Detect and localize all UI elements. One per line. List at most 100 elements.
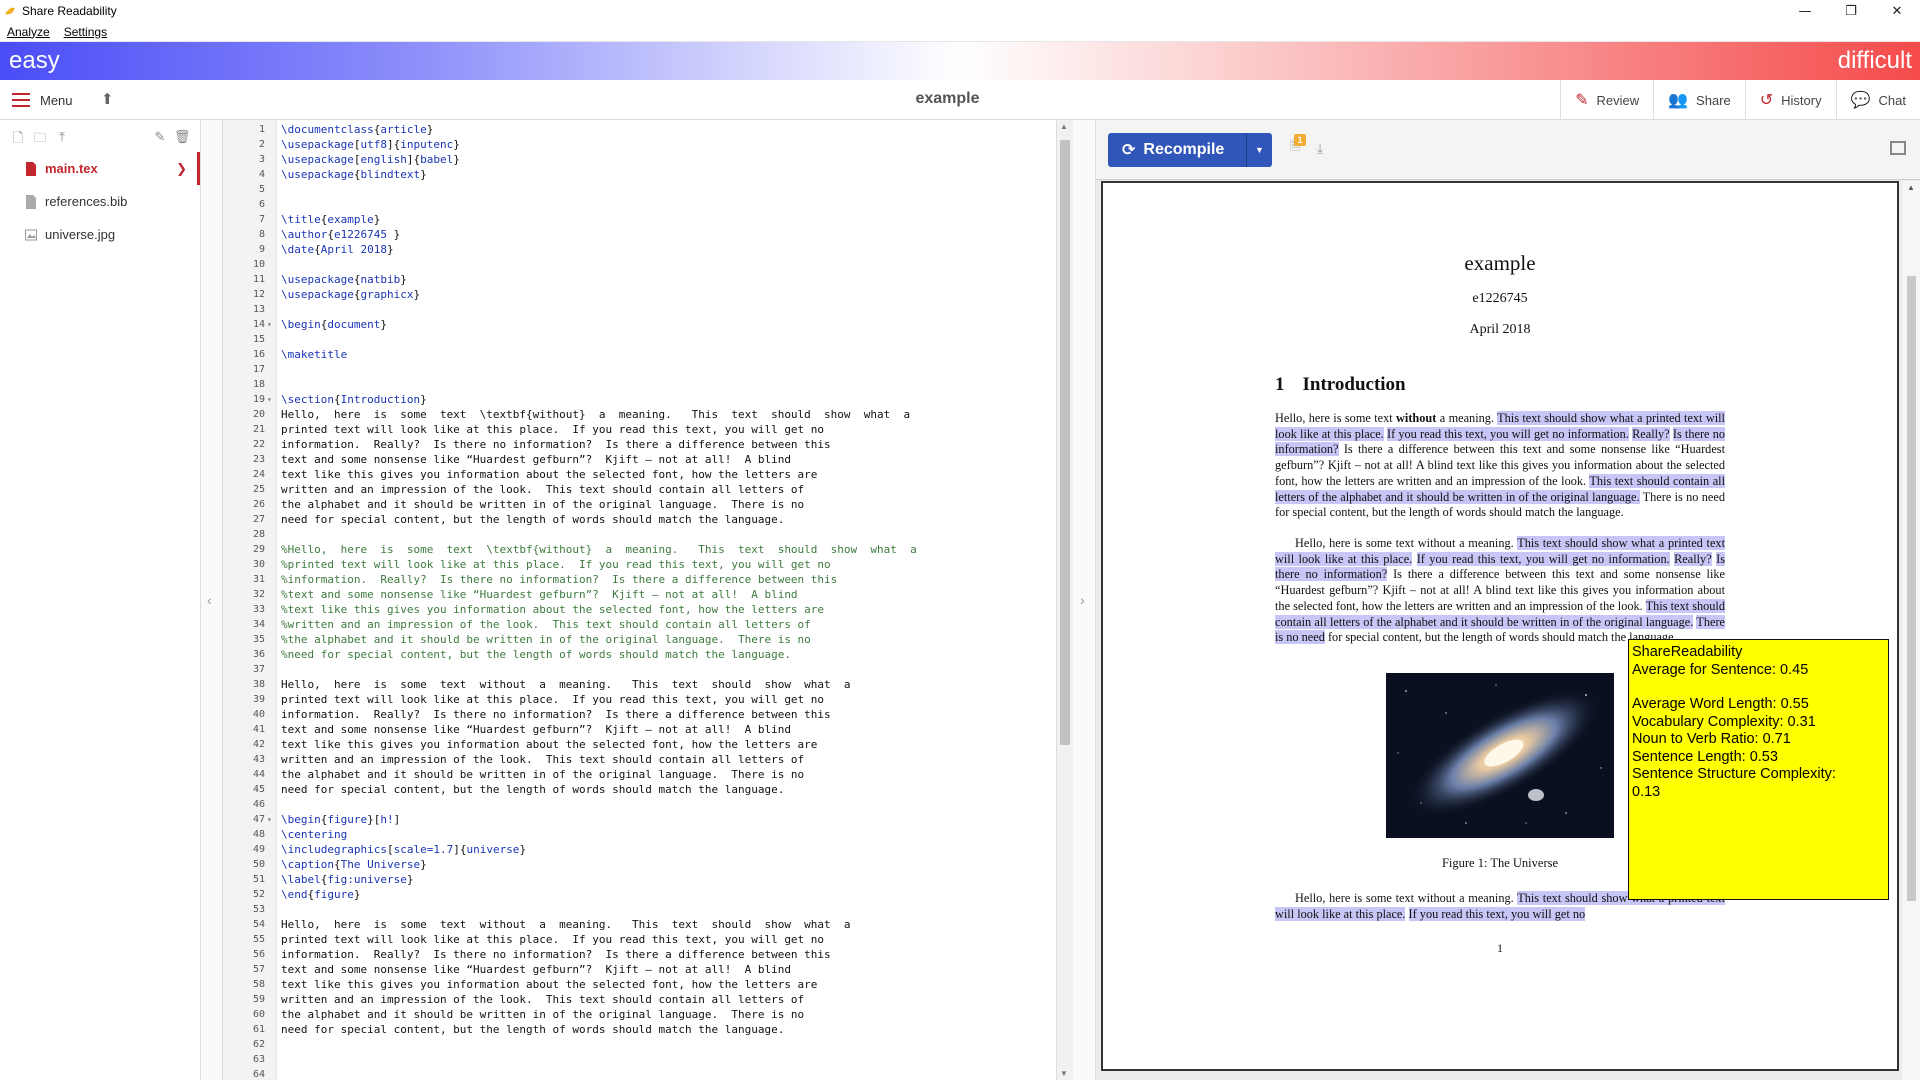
line-number: 23 bbox=[252, 454, 265, 465]
app-logo-icon bbox=[5, 7, 15, 15]
review-button[interactable]: ✎ Review bbox=[1560, 80, 1653, 120]
maximize-icon[interactable] bbox=[1890, 141, 1906, 155]
line-number: 3 bbox=[258, 154, 265, 165]
line-number: 64 bbox=[252, 1069, 265, 1080]
line-number: 18 bbox=[252, 379, 265, 390]
delete-trash-icon[interactable]: 🗑 bbox=[174, 129, 191, 144]
line-number: 51 bbox=[252, 874, 265, 885]
line-number: 5 bbox=[258, 184, 265, 195]
upload-icon[interactable]: ⤒ bbox=[54, 129, 70, 144]
file-main-tex[interactable]: main.tex ❯ bbox=[0, 152, 200, 185]
rename-pencil-icon[interactable]: ✎ bbox=[152, 129, 168, 144]
line-number: 59 bbox=[252, 994, 265, 1005]
fold-caret-icon[interactable]: ▾ bbox=[267, 812, 272, 827]
chat-button[interactable]: 💬 Chat bbox=[1835, 80, 1920, 120]
line-number: 62 bbox=[252, 1039, 265, 1050]
editor-scrollbar[interactable]: ▲ ▼ bbox=[1056, 120, 1073, 1080]
users-icon: 👥 bbox=[1668, 92, 1689, 109]
pdf-scrollbar[interactable]: ▲ bbox=[1902, 181, 1920, 1080]
line-number: 44 bbox=[252, 769, 265, 780]
pdf-date: April 2018 bbox=[1469, 322, 1531, 337]
tooltip-metric: Noun to Verb Ratio: 0.71 bbox=[1632, 731, 1791, 747]
recompile-options-caret[interactable]: ▼ bbox=[1246, 133, 1272, 167]
history-button[interactable]: ↺ History bbox=[1744, 80, 1836, 120]
fold-caret-icon[interactable]: ▾ bbox=[267, 317, 272, 332]
line-number: 6 bbox=[258, 199, 265, 210]
code-text: text like this gives you information abo… bbox=[281, 738, 818, 751]
file-tree: 🗋 🗀 ⤒ ✎ 🗑 main.tex ❯ references.bib univ… bbox=[0, 120, 201, 1080]
line-number: 19 bbox=[252, 394, 265, 405]
line-number: 49 bbox=[252, 844, 265, 855]
line-number: 43 bbox=[252, 754, 265, 765]
line-number: 36 bbox=[252, 649, 265, 660]
code-text: \label{fig:universe} bbox=[281, 873, 414, 886]
code-text: \maketitle bbox=[281, 348, 348, 361]
new-folder-icon[interactable]: 🗀 bbox=[32, 129, 48, 145]
minimize-button[interactable]: — bbox=[1782, 0, 1828, 22]
code-text: \usepackage{graphicx} bbox=[281, 288, 421, 301]
code-text: \caption{The Universe} bbox=[281, 858, 427, 871]
download-pdf-icon[interactable]: ⤓ bbox=[1317, 140, 1323, 157]
code-text: %Hello, here is some text \textbf{withou… bbox=[281, 543, 917, 556]
line-number: 27 bbox=[252, 514, 265, 525]
line-number: 25 bbox=[252, 484, 265, 495]
code-text: Hello, here is some text \textbf{without… bbox=[281, 408, 911, 421]
file-icon bbox=[26, 161, 36, 176]
tooltip-metric: Average Word Length: 0.55 bbox=[1632, 696, 1809, 712]
fold-caret-icon[interactable]: ▾ bbox=[267, 392, 272, 407]
difficult-label: difficult bbox=[1837, 47, 1912, 74]
file-references-bib[interactable]: references.bib bbox=[0, 185, 200, 218]
tooltip-title: ShareReadability bbox=[1632, 644, 1743, 660]
code-text: text like this gives you information abo… bbox=[281, 978, 818, 991]
line-number: 63 bbox=[252, 1054, 265, 1065]
tooltip-metric: Sentence Length: 0.53 bbox=[1632, 748, 1778, 765]
logs-button[interactable]: 🗎 1 bbox=[1290, 134, 1306, 157]
line-number: 2 bbox=[258, 139, 265, 150]
menu-analyze[interactable]: Analyze bbox=[0, 25, 57, 39]
line-number: 52 bbox=[252, 889, 265, 900]
code-text: %written and an impression of the look. … bbox=[281, 618, 811, 631]
line-number: 12 bbox=[252, 289, 265, 300]
code-text: \documentclass{article} bbox=[281, 123, 434, 136]
line-number: 4 bbox=[258, 169, 265, 180]
easy-label: easy bbox=[9, 47, 60, 74]
code-text: %the alphabet and it should be written i… bbox=[281, 633, 811, 646]
title-bar: Share Readability — ❐ ✕ bbox=[0, 0, 1920, 22]
line-number: 9 bbox=[258, 244, 265, 255]
editor-scroll-thumb[interactable] bbox=[1060, 140, 1070, 745]
code-text: %printed text will look like at this pla… bbox=[281, 558, 831, 571]
menu-settings[interactable]: Settings bbox=[57, 25, 114, 39]
history-icon: ↺ bbox=[1759, 92, 1774, 109]
scroll-up-icon[interactable]: ▲ bbox=[1060, 122, 1068, 131]
code-text: need for special content, but the length… bbox=[281, 1023, 785, 1036]
line-number: 11 bbox=[252, 274, 265, 285]
scroll-up-icon[interactable]: ▲ bbox=[1907, 183, 1915, 192]
pdf-scroll-thumb[interactable] bbox=[1907, 276, 1916, 901]
line-number: 61 bbox=[252, 1024, 265, 1035]
code-text: the alphabet and it should be written in… bbox=[281, 498, 805, 511]
line-number: 32 bbox=[252, 589, 265, 600]
new-file-icon[interactable]: 🗋 bbox=[10, 129, 26, 145]
universe-image bbox=[1386, 673, 1614, 838]
line-number: 39 bbox=[252, 694, 265, 705]
code-text: \author{e1226745 } bbox=[281, 228, 401, 241]
filetree-collapse-handle[interactable]: ‹ bbox=[201, 120, 223, 1080]
share-button[interactable]: 👥 Share bbox=[1653, 80, 1745, 120]
recompile-button[interactable]: ⟳ Recompile ▼ bbox=[1108, 133, 1272, 167]
file-universe-jpg[interactable]: universe.jpg bbox=[0, 218, 200, 251]
code-text: text like this gives you information abo… bbox=[281, 468, 818, 481]
file-tree-toolbar: 🗋 🗀 ⤒ ✎ 🗑 bbox=[0, 120, 200, 152]
pdf-collapse-handle[interactable]: › bbox=[1073, 120, 1096, 1080]
line-number: 35 bbox=[252, 634, 265, 645]
line-number: 50 bbox=[252, 859, 265, 870]
code-text: the alphabet and it should be written in… bbox=[281, 768, 805, 781]
tooltip-metric: Sentence Structure Complexity: bbox=[1632, 766, 1836, 782]
restore-button[interactable]: ❐ bbox=[1828, 0, 1874, 22]
line-number: 42 bbox=[252, 739, 265, 750]
code-text: \begin{figure}[h!] bbox=[281, 813, 401, 826]
scroll-down-icon[interactable]: ▼ bbox=[1060, 1069, 1068, 1078]
close-window-button[interactable]: ✕ bbox=[1874, 0, 1920, 22]
chevron-down-icon[interactable]: ❯ bbox=[176, 161, 187, 177]
code-editor[interactable]: 1 \documentclass{article} 2 \usepackage[utf… bbox=[223, 120, 1058, 1080]
line-number: 10 bbox=[252, 259, 265, 270]
